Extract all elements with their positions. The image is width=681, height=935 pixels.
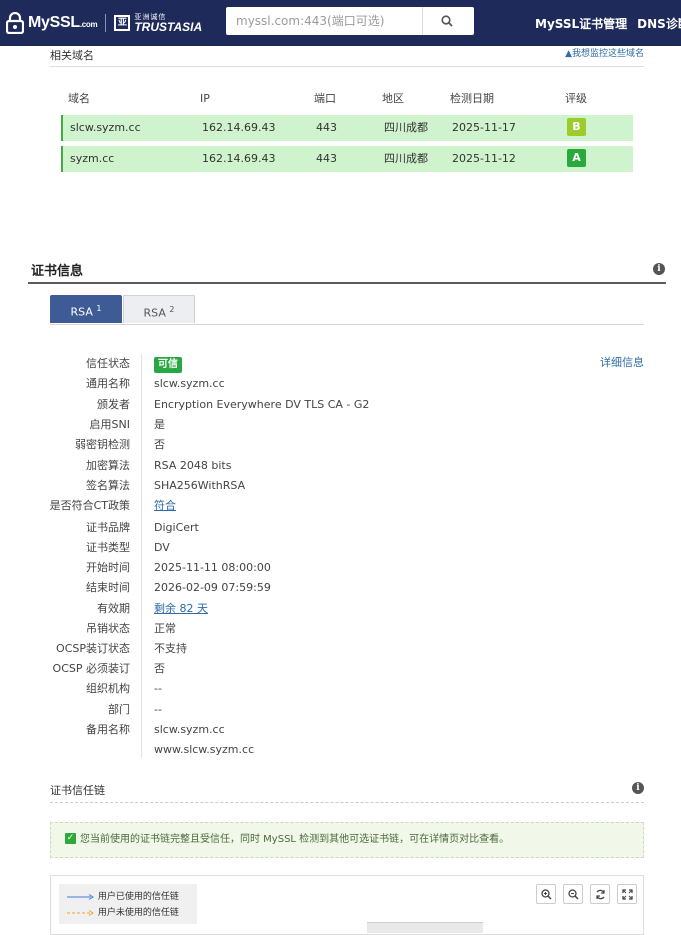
zoom-in-button[interactable]: [536, 884, 556, 904]
validity-link[interactable]: 剩余 82 天: [154, 599, 208, 619]
graph-toolbar: [529, 884, 637, 904]
related-domains-header: 相关域名 ▲我想监控这些域名: [50, 46, 644, 67]
field-sni: 启用SNI 是: [89, 418, 165, 431]
legend-unused: 用户未使用的信任链: [67, 906, 179, 920]
table-row[interactable]: syzm.cc 162.14.69.43 443 四川成都 2025-11-12…: [61, 146, 633, 172]
nav-dns-diagnosis[interactable]: DNS诊断: [637, 15, 681, 32]
search-bar: [226, 7, 474, 35]
row-domain[interactable]: slcw.syzm.cc: [70, 115, 141, 141]
col-grade: 评级: [565, 92, 587, 105]
field-type: 证书类型 DV: [86, 541, 170, 554]
related-domains-title: 相关域名: [50, 49, 94, 62]
row-port: 443: [316, 152, 337, 165]
trusted-badge: 可信: [154, 357, 182, 373]
top-navbar: MySSL.com 亚 亚洲诚信 TRUSTASIA MySSL证书管理 DNS…: [0, 0, 681, 46]
trust-chain-notice: ✓ 您当前使用的证书链完整且受信任，同时 MySSL 检测到其他可选证书链，可在详…: [50, 822, 644, 858]
field-algorithm: 加密算法 RSA 2048 bits: [86, 459, 232, 472]
field-common-name: 通用名称 slcw.syzm.cc: [86, 377, 225, 390]
cert-tabs: RSA 1 RSA 2: [50, 295, 644, 325]
ct-policy-link[interactable]: 符合: [154, 496, 176, 516]
myssl-logo[interactable]: MySSL.com 亚 亚洲诚信 TRUSTASIA: [5, 11, 203, 35]
trustasia-logo-icon: 亚: [114, 15, 131, 31]
trust-chain-header: 证书信任链 i: [50, 780, 644, 803]
row-date: 2025-11-12: [452, 152, 516, 165]
col-ip: IP: [200, 92, 210, 105]
col-date: 检测日期: [450, 92, 494, 105]
monitor-domains-link[interactable]: ▲我想监控这些域名: [565, 46, 644, 59]
field-ocsp-must-staple: OCSP 必须装订 否: [52, 662, 165, 675]
field-alt-names: 备用名称 slcw.syzm.cc: [86, 723, 225, 736]
row-port: 443: [316, 121, 337, 134]
info-icon[interactable]: i: [632, 782, 644, 794]
field-end-time: 结束时间 2026-02-09 07:59:59: [86, 581, 271, 594]
grade-badge: B: [567, 118, 586, 136]
check-icon: ✓: [65, 832, 76, 844]
solid-arrow-icon: [67, 893, 94, 900]
chain-legend: 用户已使用的信任链 用户未使用的信任链: [59, 884, 197, 924]
search-icon: [441, 15, 453, 27]
cert-info-header: 证书信息 i: [28, 258, 666, 284]
field-weak-key: 弱密钥检测 否: [75, 438, 165, 451]
cert-info-title: 证书信息: [31, 264, 84, 279]
fullscreen-button[interactable]: [617, 884, 637, 904]
legend-used: 用户已使用的信任链: [67, 890, 179, 904]
grade-badge: A: [567, 149, 586, 167]
lock-icon: [5, 11, 25, 35]
field-issuer: 颁发者 Encryption Everywhere DV TLS CA - G2: [97, 398, 370, 411]
field-validity: 有效期 剩余 82 天: [50, 599, 644, 619]
refresh-icon: [595, 889, 605, 899]
search-button[interactable]: [422, 7, 471, 35]
tab-rsa-2[interactable]: RSA 2: [123, 295, 195, 323]
field-ct-policy: 是否符合CT政策 符合: [50, 496, 644, 516]
related-domains-table: 域名 IP 端口 地区 检测日期 评级 slcw.syzm.cc 162.14.…: [61, 86, 633, 172]
field-signature: 签名算法 SHA256WithRSA: [86, 479, 246, 492]
trustasia-logo-text: 亚洲诚信 TRUSTASIA: [134, 12, 203, 34]
table-row[interactable]: slcw.syzm.cc 162.14.69.43 443 四川成都 2025-…: [61, 115, 633, 141]
row-date: 2025-11-17: [452, 121, 516, 134]
info-icon[interactable]: i: [653, 263, 665, 275]
field-organization: 组织机构 --: [86, 682, 162, 695]
table-header: 域名 IP 端口 地区 检测日期 评级: [61, 86, 633, 112]
zoom-in-icon: [540, 888, 552, 900]
row-grade: B: [567, 115, 586, 141]
row-ip: 162.14.69.43: [202, 121, 276, 134]
field-trust-status: 信任状态 可信: [50, 354, 644, 374]
fullscreen-icon: [621, 888, 633, 900]
top-nav: MySSL证书管理 DNS诊断 H: [535, 0, 681, 46]
field-department: 部门 --: [108, 703, 162, 716]
row-ip: 162.14.69.43: [202, 152, 276, 165]
row-region: 四川成都: [384, 121, 428, 134]
refresh-button[interactable]: [590, 884, 610, 904]
nav-cert-management[interactable]: MySSL证书管理: [535, 15, 627, 32]
col-port: 端口: [314, 92, 336, 105]
col-region: 地区: [382, 92, 404, 105]
trust-chain-title: 证书信任链: [50, 784, 105, 797]
logo-divider: [105, 14, 107, 32]
search-input[interactable]: [226, 7, 422, 35]
col-domain: 域名: [68, 92, 90, 105]
field-alt-names-2: www.slcw.syzm.cc: [154, 743, 255, 756]
field-ocsp-stapling: OCSP装订状态 不支持: [56, 642, 187, 655]
zoom-out-icon: [567, 888, 579, 900]
field-brand: 证书品牌 DigiCert: [86, 521, 199, 534]
dashed-arrow-icon: [67, 909, 94, 916]
trust-chain-graph: 用户已使用的信任链 用户未使用的信任链: [50, 875, 644, 935]
tab-rsa-1[interactable]: RSA 1: [50, 295, 122, 323]
field-revocation: 吊销状态 正常: [86, 622, 176, 635]
logo-text: MySSL.com: [28, 14, 98, 31]
zoom-out-button[interactable]: [563, 884, 583, 904]
row-region: 四川成都: [384, 152, 428, 165]
row-domain[interactable]: syzm.cc: [70, 146, 114, 172]
field-start-time: 开始时间 2025-11-11 08:00:00: [86, 561, 271, 574]
row-grade: A: [567, 146, 586, 172]
